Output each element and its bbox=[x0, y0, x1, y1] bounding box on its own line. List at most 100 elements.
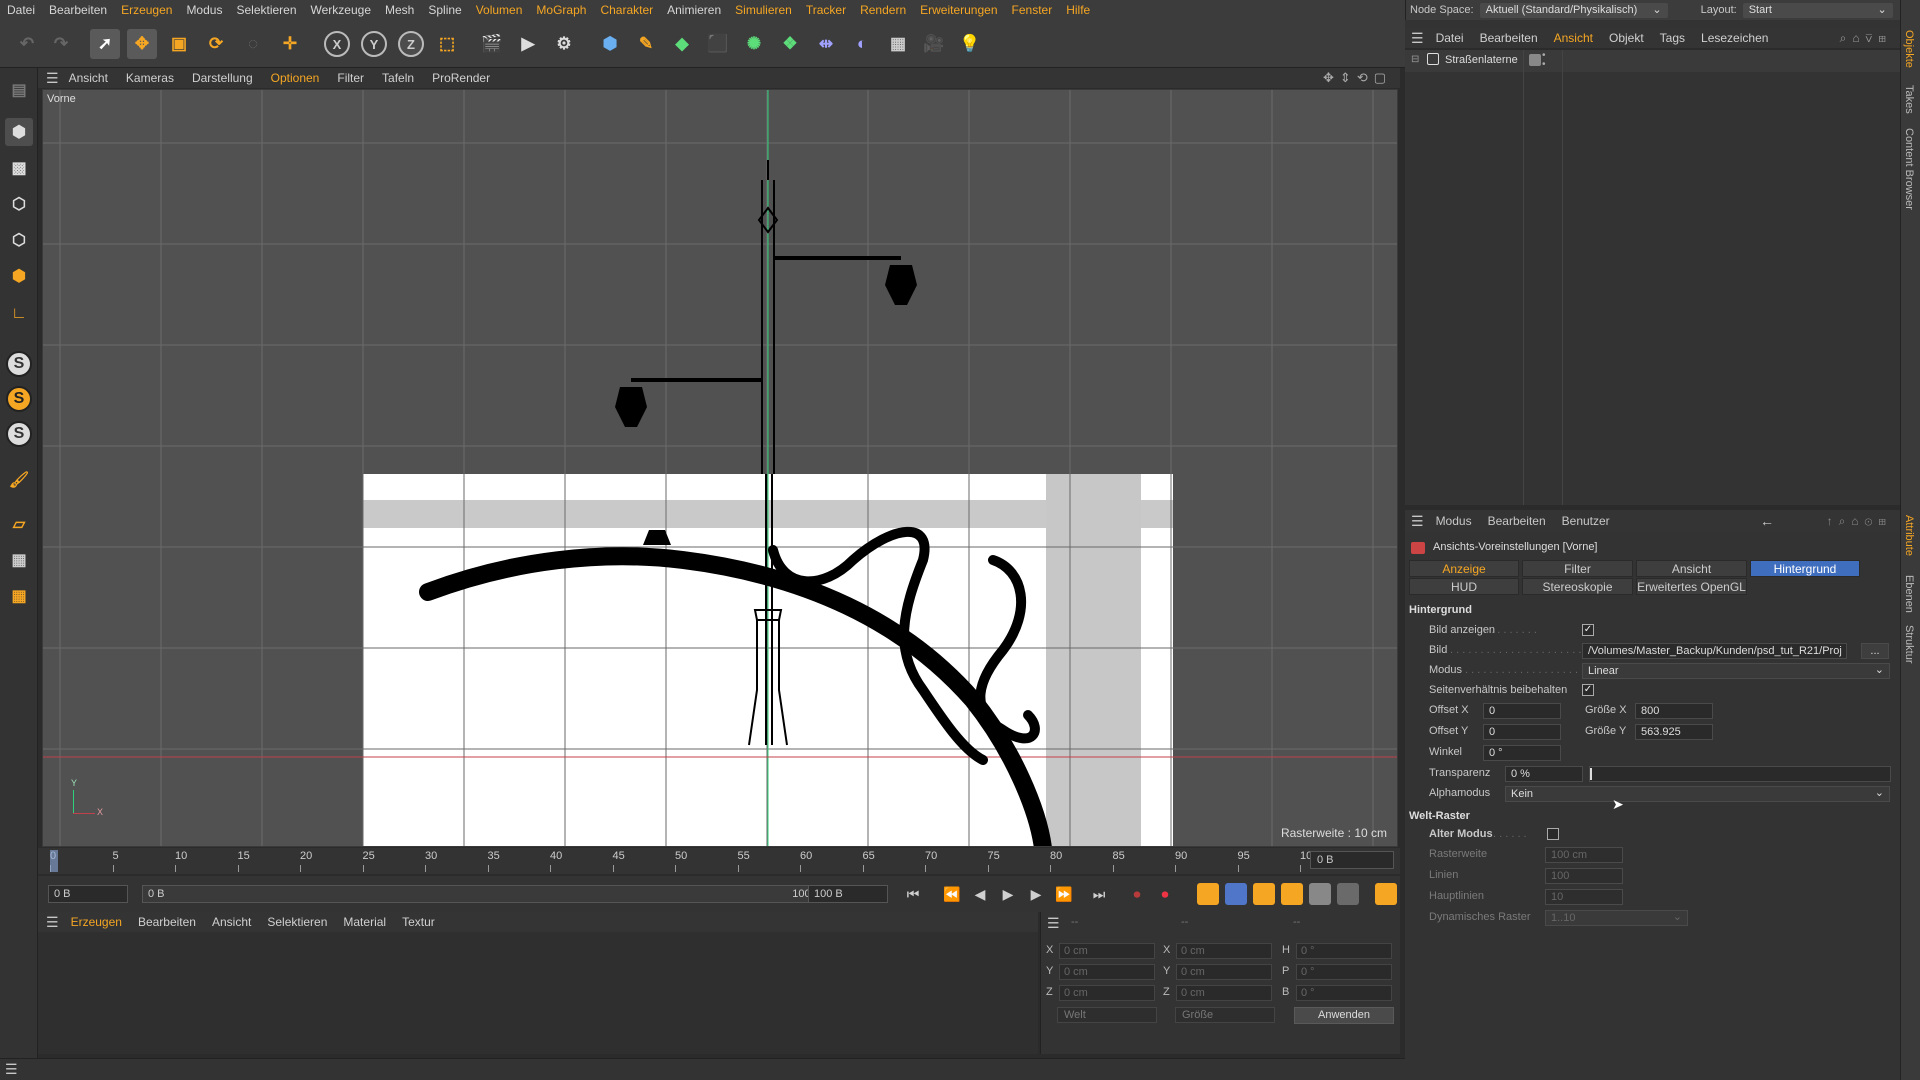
menu-charakter[interactable]: Charakter bbox=[600, 3, 653, 17]
coord-size-dropdown[interactable]: Größe bbox=[1175, 1007, 1275, 1023]
position-track-icon[interactable] bbox=[1225, 883, 1247, 905]
offset-y-field[interactable]: 0 bbox=[1483, 724, 1561, 740]
render-view-icon[interactable]: ▶ bbox=[513, 29, 543, 59]
coord-pos-x-field[interactable]: 0 cm bbox=[1059, 943, 1155, 959]
attribute-tools[interactable]: ↑⌕⌂⊙⊞ bbox=[1827, 514, 1892, 529]
object-menu-objekt[interactable]: Objekt bbox=[1609, 31, 1644, 45]
apply-button[interactable]: Anwenden bbox=[1294, 1007, 1394, 1024]
menu-fenster[interactable]: Fenster bbox=[1012, 3, 1053, 17]
render-region-icon[interactable]: 🎬 bbox=[477, 29, 507, 59]
parameter-track-icon[interactable] bbox=[1309, 883, 1331, 905]
brush-icon[interactable]: 🖌 bbox=[5, 466, 33, 494]
snap-icon[interactable]: S bbox=[6, 351, 32, 377]
make-editable-icon[interactable]: ▤ bbox=[5, 76, 33, 104]
move-icon[interactable]: ✥ bbox=[127, 29, 157, 59]
coord-pos-y-field[interactable]: 0 cm bbox=[1059, 964, 1155, 980]
cube-icon[interactable]: ⬢ bbox=[595, 29, 625, 59]
coord-pos-z-field[interactable]: 0 cm bbox=[1059, 985, 1155, 1001]
undo-icon[interactable]: ↶ bbox=[12, 29, 42, 59]
viewport-menu-filter[interactable]: Filter bbox=[337, 71, 364, 85]
play-icon[interactable]: ▶ bbox=[997, 885, 1019, 903]
tab-ansicht[interactable]: Ansicht bbox=[1636, 560, 1747, 577]
workplane-icon[interactable]: ▱ bbox=[5, 510, 33, 538]
material-menu-textur[interactable]: Textur bbox=[402, 915, 435, 929]
dynamisches-raster-dropdown[interactable]: 1..10 ⌄ bbox=[1545, 910, 1688, 926]
live-select-icon[interactable]: ◌ bbox=[238, 29, 268, 59]
points-mode-icon[interactable]: ⬡ bbox=[5, 190, 33, 218]
menu-tracker[interactable]: Tracker bbox=[806, 3, 846, 17]
expand-icon[interactable]: ⊟ bbox=[1411, 54, 1419, 65]
go-to-end-icon[interactable]: ⏭ bbox=[1088, 885, 1110, 903]
frame-range-slider[interactable]: 0 B 100 B bbox=[142, 885, 832, 903]
alter-modus-checkbox[interactable] bbox=[1547, 828, 1559, 840]
menu-datei[interactable]: Datei bbox=[7, 3, 35, 17]
tab-filter[interactable]: Filter bbox=[1522, 560, 1633, 577]
visibility-dots-icon[interactable]: • • bbox=[1542, 51, 1546, 70]
menu-erzeugen[interactable]: Erzeugen bbox=[121, 3, 172, 17]
menu-volumen[interactable]: Volumen bbox=[476, 3, 523, 17]
menu-mograph[interactable]: MoGraph bbox=[536, 3, 586, 17]
autokeying-icon[interactable]: ⏺ bbox=[1154, 885, 1176, 903]
hamburger-icon[interactable]: ☰ bbox=[46, 70, 59, 87]
camera-icon[interactable]: 🎥 bbox=[919, 29, 949, 59]
coord-rot-h-field[interactable]: 0 ° bbox=[1296, 943, 1392, 959]
object-menu-tags[interactable]: Tags bbox=[1660, 31, 1685, 45]
coord-mode-dropdown[interactable]: Welt bbox=[1057, 1007, 1157, 1023]
material-menu-selektieren[interactable]: Selektieren bbox=[267, 915, 327, 929]
previous-key-icon[interactable]: ⏪ bbox=[941, 885, 963, 903]
viewport-menu-kameras[interactable]: Kameras bbox=[126, 71, 174, 85]
render-settings-icon[interactable]: ⚙ bbox=[549, 29, 579, 59]
scale-icon[interactable]: ▣ bbox=[164, 29, 194, 59]
winkel-field[interactable]: 0 ° bbox=[1483, 745, 1561, 761]
menu-werkzeuge[interactable]: Werkzeuge bbox=[311, 3, 371, 17]
menu-mesh[interactable]: Mesh bbox=[385, 3, 414, 17]
snap-settings-icon[interactable]: S bbox=[6, 386, 32, 412]
node-space-dropdown[interactable]: Aktuell (Standard/Physikalisch) ⌄ bbox=[1479, 2, 1668, 18]
material-menu-ansicht[interactable]: Ansicht bbox=[212, 915, 251, 929]
side-tab-attribute[interactable]: Attribute bbox=[1903, 515, 1915, 556]
extrude-icon[interactable]: ⬛ bbox=[703, 29, 733, 59]
material-menu-erzeugen[interactable]: Erzeugen bbox=[71, 915, 122, 929]
point-level-icon[interactable] bbox=[1337, 883, 1359, 905]
coord-rot-p-field[interactable]: 0 ° bbox=[1296, 964, 1392, 980]
rotation-track-icon[interactable] bbox=[1281, 883, 1303, 905]
next-frame-icon[interactable]: ▶ bbox=[1025, 885, 1047, 903]
light-icon[interactable]: 💡 bbox=[955, 29, 985, 59]
field-icon[interactable]: ◐ bbox=[847, 29, 877, 59]
bild-browse-button[interactable]: ... bbox=[1861, 643, 1889, 659]
object-menu-ansicht[interactable]: Ansicht bbox=[1554, 31, 1593, 45]
transparenz-slider[interactable] bbox=[1589, 766, 1891, 782]
object-menu-bearbeiten[interactable]: Bearbeiten bbox=[1480, 31, 1538, 45]
playhead[interactable] bbox=[50, 850, 58, 872]
axis-mode-icon[interactable]: ∟ bbox=[5, 300, 33, 328]
rotate-icon[interactable]: ⟳ bbox=[201, 29, 231, 59]
subdivision-icon[interactable]: ◆ bbox=[667, 29, 697, 59]
linien-field[interactable]: 100 bbox=[1545, 868, 1623, 884]
menu-rendern[interactable]: Rendern bbox=[860, 3, 906, 17]
coord-size-z-field[interactable]: 0 cm bbox=[1176, 985, 1272, 1001]
bild-path-field[interactable]: /Volumes/Master_Backup/Kunden/psd_tut_R2… bbox=[1582, 643, 1847, 659]
end-frame-field[interactable]: 100 B bbox=[808, 885, 888, 903]
viewport-menu-optionen[interactable]: Optionen bbox=[271, 71, 320, 85]
bild-anzeigen-checkbox[interactable]: ✓ bbox=[1582, 624, 1594, 636]
floor-icon[interactable]: ▦ bbox=[883, 29, 913, 59]
coord-rot-b-field[interactable]: 0 ° bbox=[1296, 985, 1392, 1001]
hamburger-icon[interactable]: ☰ bbox=[1047, 915, 1060, 932]
planar-workplane-icon[interactable]: ▦ bbox=[5, 582, 33, 610]
texture-mode-icon[interactable]: ▩ bbox=[5, 154, 33, 182]
tab-anzeige[interactable]: Anzeige bbox=[1409, 560, 1519, 577]
axis-y-icon[interactable]: Y bbox=[361, 31, 387, 57]
cloner-icon[interactable]: ✺ bbox=[739, 29, 769, 59]
seitenverhaeltnis-checkbox[interactable]: ✓ bbox=[1582, 684, 1594, 696]
viewport-front[interactable]: Vorne Rasterweite : 10 cm Y X bbox=[42, 89, 1398, 847]
coordinate-system-icon[interactable]: ⬚ bbox=[432, 29, 462, 59]
viewport-nav-icons[interactable]: ✥⇕⟲▢ bbox=[1323, 70, 1392, 86]
menu-hilfe[interactable]: Hilfe bbox=[1066, 3, 1090, 17]
scale-track-icon[interactable] bbox=[1253, 883, 1275, 905]
object-name[interactable]: Straßenlaterne bbox=[1445, 54, 1518, 66]
hauptlinien-field[interactable]: 10 bbox=[1545, 889, 1623, 905]
viewport-menu-prorender[interactable]: ProRender bbox=[432, 71, 490, 85]
polygons-mode-icon[interactable]: ⬢ bbox=[5, 262, 33, 290]
coord-size-x-field[interactable]: 0 cm bbox=[1176, 943, 1272, 959]
material-list-area[interactable] bbox=[38, 932, 1038, 1054]
